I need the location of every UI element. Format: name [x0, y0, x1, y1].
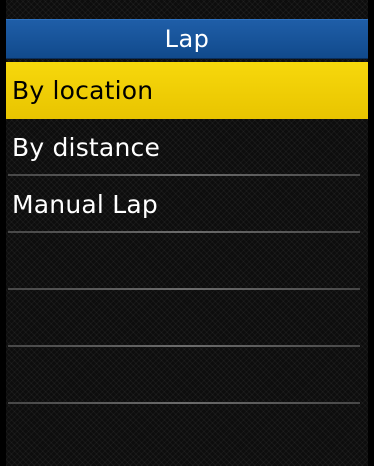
page-title: Lap — [164, 25, 210, 53]
menu-item-empty — [6, 290, 368, 347]
menu-item-empty — [6, 347, 368, 404]
menu-item-label: Manual Lap — [12, 190, 158, 219]
menu-item-by-location[interactable]: By location — [6, 62, 368, 119]
menu-item-label: By distance — [12, 133, 161, 162]
menu-item-label: By location — [12, 76, 154, 105]
menu-item-empty — [6, 404, 368, 461]
menu-item-by-distance[interactable]: By distance — [6, 119, 368, 176]
device-screen: Lap By location By distance Manual Lap — [0, 0, 374, 466]
menu-item-empty — [6, 233, 368, 290]
menu-item-manual-lap[interactable]: Manual Lap — [6, 176, 368, 233]
screen-area: Lap By location By distance Manual Lap — [6, 0, 368, 466]
title-bar: Lap — [6, 19, 368, 59]
lap-menu: By location By distance Manual Lap — [6, 62, 368, 461]
